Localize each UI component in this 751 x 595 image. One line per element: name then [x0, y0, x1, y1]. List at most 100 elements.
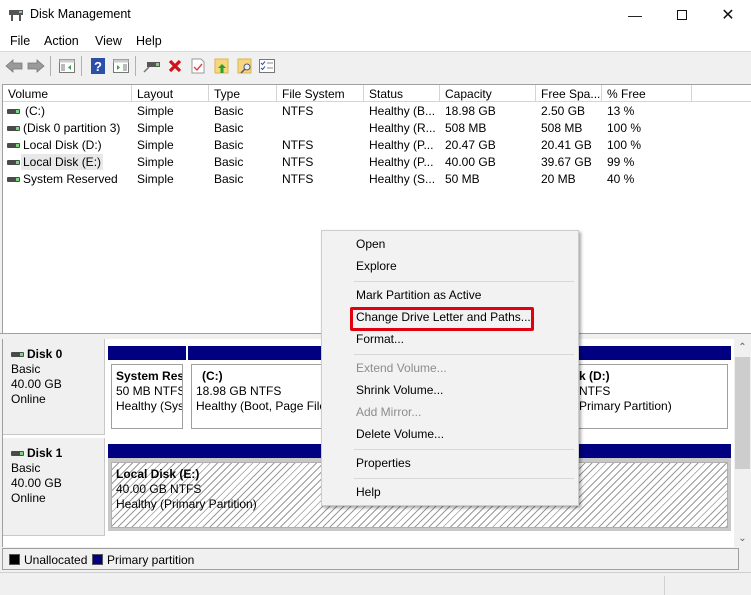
legend-unallocated: Unallocated: [24, 553, 88, 567]
scroll-down-button[interactable]: ⌄: [734, 530, 751, 547]
partition-system-reserved[interactable]: System Res 50 MB NTFS Healthy (Sys: [108, 346, 186, 432]
folder-search-icon: [237, 58, 252, 74]
disk-name: Disk 0: [11, 347, 104, 362]
cell-percent-free: 40 %: [607, 172, 635, 186]
minimize-button[interactable]: —: [612, 0, 658, 30]
properties-button[interactable]: [189, 57, 207, 75]
volume-icon: [7, 109, 20, 114]
disk-state: Online: [11, 392, 46, 406]
disk-0-label[interactable]: Disk 0 Basic 40.00 GB Online: [3, 339, 105, 435]
menu-item-delete-volume[interactable]: Delete Volume...: [356, 427, 444, 441]
menu-view[interactable]: View: [95, 34, 122, 48]
cell-layout: Simple: [137, 104, 174, 118]
minimize-icon: —: [628, 7, 642, 23]
menu-help[interactable]: Help: [136, 34, 162, 48]
cell-status: Healthy (B...: [369, 104, 436, 118]
partition-type-bar: [108, 346, 186, 360]
cell-layout: Simple: [137, 121, 174, 135]
column-header-empty: [692, 85, 751, 102]
table-row-selected[interactable]: Local Disk (E:) Simple Basic NTFS Health…: [3, 154, 703, 171]
close-button[interactable]: ✕: [705, 0, 751, 30]
volume-list-header: Volume Layout Type File System Status Ca…: [3, 84, 751, 102]
folder-up-button[interactable]: [213, 57, 231, 75]
menu-item-open[interactable]: Open: [356, 237, 385, 251]
menu-item-shrink-volume[interactable]: Shrink Volume...: [356, 383, 443, 397]
partition-status: Healthy (Sys: [116, 399, 183, 413]
menu-action[interactable]: Action: [44, 34, 79, 48]
maximize-button[interactable]: [659, 0, 705, 30]
show-hide-action-pane-button[interactable]: [112, 57, 130, 75]
cell-percent-free: 13 %: [607, 104, 635, 118]
cell-percent-free: 100 %: [607, 121, 642, 135]
disk-size: 40.00 GB: [11, 476, 62, 490]
folder-search-button[interactable]: [236, 57, 254, 75]
menu-item-properties[interactable]: Properties: [356, 456, 411, 470]
cell-status: Healthy (P...: [369, 155, 434, 169]
toolbar-separator: [135, 56, 136, 76]
cell-volume: Local Disk (D:): [23, 138, 102, 152]
cell-status: Healthy (S...: [369, 172, 436, 186]
back-button[interactable]: [5, 57, 23, 75]
menu-item-extend-volume: Extend Volume...: [356, 361, 447, 375]
menu-item-change-drive-letter[interactable]: Change Drive Letter and Paths...: [356, 310, 531, 324]
cell-type: Basic: [214, 104, 244, 118]
partition-size: NTFS: [579, 384, 611, 398]
disk-type: Basic: [11, 461, 41, 475]
folder-up-icon: [214, 58, 229, 74]
help-icon: ?: [91, 58, 105, 74]
help-button[interactable]: ?: [89, 57, 107, 75]
cell-free-space: 508 MB: [541, 121, 583, 135]
cell-volume: (C:): [25, 104, 45, 118]
menu-item-format[interactable]: Format...: [356, 332, 404, 346]
show-hide-console-tree-button[interactable]: [58, 57, 76, 75]
column-header-layout[interactable]: Layout: [132, 85, 209, 102]
properties-check-icon: [191, 58, 205, 74]
cell-type: Basic: [214, 172, 244, 186]
connect-disk-icon: [143, 62, 160, 73]
connect-disk-button[interactable]: [143, 57, 161, 75]
cell-type: Basic: [214, 138, 244, 152]
partition-body: System Res 50 MB NTFS Healthy (Sys: [111, 364, 183, 429]
cell-status: Healthy (P...: [369, 138, 434, 152]
cell-volume: (Disk 0 partition 3): [23, 121, 121, 135]
column-header-capacity[interactable]: Capacity: [440, 85, 536, 102]
checklist-icon: [259, 59, 275, 73]
menu-file[interactable]: File: [10, 34, 30, 48]
menu-item-help[interactable]: Help: [356, 485, 381, 499]
disk-pane-scrollbar[interactable]: ⌃ ⌄: [734, 339, 751, 547]
partition-status: Primary Partition): [579, 399, 672, 413]
column-header-volume[interactable]: Volume: [3, 85, 132, 102]
menu-item-mark-partition-active[interactable]: Mark Partition as Active: [356, 288, 481, 302]
column-header-free-space[interactable]: Free Spa...: [536, 85, 602, 102]
cell-type: Basic: [214, 155, 244, 169]
volume-icon: [7, 126, 20, 131]
menu-separator: [354, 281, 574, 282]
disk-icon: [11, 451, 24, 456]
cell-file-system: NTFS: [282, 104, 314, 118]
cell-type: Basic: [214, 121, 244, 135]
column-header-type[interactable]: Type: [209, 85, 277, 102]
cell-free-space: 2.50 GB: [541, 104, 586, 118]
table-row[interactable]: System Reserved Simple Basic NTFS Health…: [3, 171, 703, 188]
forward-button[interactable]: [27, 57, 45, 75]
checklist-button[interactable]: [258, 57, 276, 75]
column-header-percent-free[interactable]: % Free: [602, 85, 692, 102]
menu-bar: File Action View Help: [0, 30, 751, 52]
back-arrow-icon: [5, 59, 23, 73]
column-header-status[interactable]: Status: [364, 85, 440, 102]
scroll-thumb[interactable]: [735, 357, 750, 469]
delete-button[interactable]: [166, 57, 184, 75]
show-hide-console-tree-icon: [59, 59, 75, 73]
table-row[interactable]: Local Disk (D:) Simple Basic NTFS Health…: [3, 137, 703, 154]
forward-arrow-icon: [27, 59, 45, 73]
cell-capacity: 40.00 GB: [445, 155, 496, 169]
scroll-up-button[interactable]: ⌃: [734, 339, 751, 356]
column-header-file-system[interactable]: File System: [277, 85, 364, 102]
disk-1-label[interactable]: Disk 1 Basic 40.00 GB Online: [3, 438, 105, 536]
cell-capacity: 50 MB: [445, 172, 480, 186]
cell-free-space: 39.67 GB: [541, 155, 592, 169]
menu-item-explore[interactable]: Explore: [356, 259, 397, 273]
status-bar-separator: [664, 576, 665, 595]
table-row[interactable]: (Disk 0 partition 3) Simple Basic Health…: [3, 120, 703, 137]
table-row[interactable]: (C:) Simple Basic NTFS Healthy (B... 18.…: [3, 103, 703, 120]
